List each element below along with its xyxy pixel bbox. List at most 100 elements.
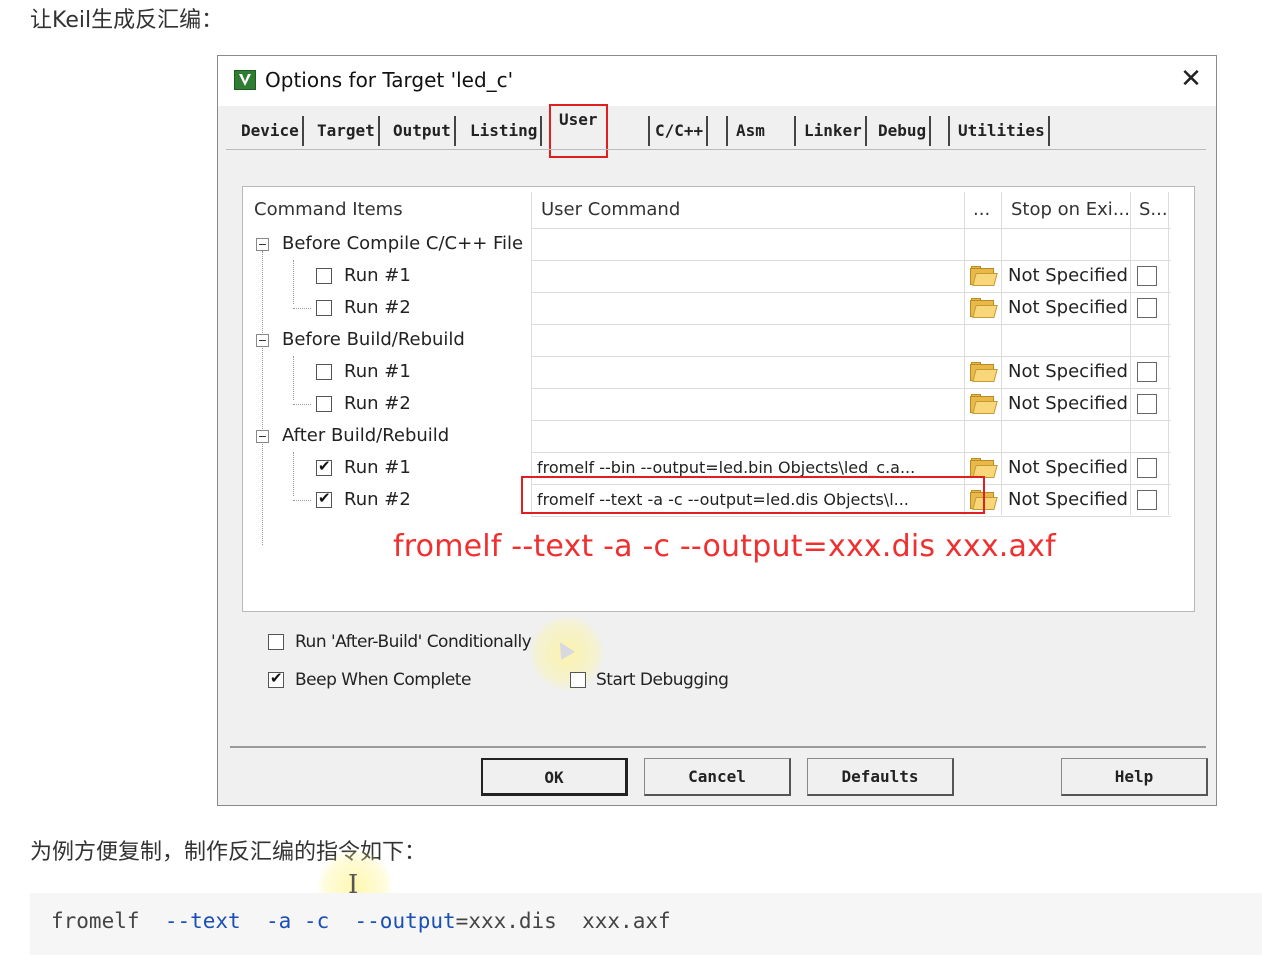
tree-line <box>293 404 311 405</box>
grid-divider <box>964 192 965 515</box>
button-separator <box>230 746 1206 748</box>
stop-on-exit-select[interactable]: Not Specified <box>1008 293 1128 323</box>
run-checkbox[interactable] <box>316 364 332 380</box>
user-command-grid: Command Items User Command ... Stop on E… <box>242 186 1195 612</box>
tab-target[interactable]: Target <box>314 116 380 146</box>
row-line <box>531 420 1171 421</box>
run-after-build-label: Run 'After-Build' Conditionally <box>295 632 532 652</box>
run-checkbox[interactable] <box>316 396 332 412</box>
code-option: --output <box>354 909 456 933</box>
start-debugging-checkbox[interactable] <box>570 672 586 688</box>
run-label: Run #2 <box>344 489 411 510</box>
code-option: -a <box>265 909 292 933</box>
header-stop-on-exit: Stop on Exi... <box>1011 199 1130 220</box>
header-s: S... <box>1139 199 1168 220</box>
tab-bar: Device Target Output Listing User C/C++ … <box>236 104 1196 158</box>
tab-divider <box>226 149 1206 150</box>
tab-listing[interactable]: Listing <box>467 116 543 146</box>
folder-open-icon[interactable] <box>970 298 998 318</box>
code-line: fromelf --text -a -c --output=xxx.dis xx… <box>51 909 671 933</box>
run-label: Run #1 <box>344 361 411 382</box>
s-checkbox[interactable] <box>1137 394 1157 414</box>
tree-line <box>293 500 311 501</box>
collapse-icon[interactable] <box>256 430 269 443</box>
s-checkbox[interactable] <box>1137 490 1157 510</box>
run-checkbox[interactable] <box>316 268 332 284</box>
user-command-input[interactable] <box>537 261 959 291</box>
tree-line <box>293 260 294 304</box>
user-command-input[interactable] <box>537 389 959 419</box>
tree-line <box>293 308 311 309</box>
grid-divider <box>1130 192 1131 515</box>
folder-open-icon[interactable] <box>970 458 998 478</box>
tree-line <box>293 452 294 496</box>
code-option: -c <box>303 909 330 933</box>
group-after-build: After Build/Rebuild <box>282 425 450 446</box>
tree-line <box>262 251 263 545</box>
beep-checkbox[interactable] <box>268 669 284 688</box>
s-checkbox[interactable] <box>1137 362 1157 382</box>
header-browse: ... <box>973 199 991 220</box>
header-user-command: User Command <box>541 199 681 220</box>
beep-label: Beep When Complete <box>295 670 471 690</box>
grid-divider <box>1168 192 1169 515</box>
stop-on-exit-select[interactable]: Not Specified <box>1008 357 1128 387</box>
folder-open-icon[interactable] <box>970 266 998 286</box>
run-label: Run #2 <box>344 297 411 318</box>
run-checkbox[interactable] <box>316 457 332 476</box>
run-label: Run #2 <box>344 393 411 414</box>
tab-asm[interactable]: Asm <box>726 116 799 146</box>
tab-linker[interactable]: Linker <box>794 116 867 146</box>
stop-on-exit-select[interactable]: Not Specified <box>1008 261 1128 291</box>
s-checkbox[interactable] <box>1137 298 1157 318</box>
user-command-input[interactable] <box>537 357 959 387</box>
collapse-icon[interactable] <box>256 238 269 251</box>
row-line <box>531 324 1171 325</box>
code-input-file: xxx.axf <box>582 909 671 933</box>
s-checkbox[interactable] <box>1137 458 1157 478</box>
run-label: Run #1 <box>344 457 411 478</box>
folder-open-icon[interactable] <box>970 362 998 382</box>
code-block: fromelf --text -a -c --output=xxx.dis xx… <box>30 893 1262 955</box>
run-after-build-checkbox[interactable] <box>268 634 284 650</box>
run-checkbox[interactable] <box>316 489 332 508</box>
tree-line <box>293 356 294 400</box>
run-label: Run #1 <box>344 265 411 286</box>
stop-on-exit-select[interactable]: Not Specified <box>1008 389 1128 419</box>
dialog-title: Options for Target 'led_c' <box>265 68 514 92</box>
close-icon[interactable]: ✕ <box>1176 64 1206 94</box>
start-debugging-label: Start Debugging <box>596 670 729 690</box>
keil-app-icon <box>234 70 256 90</box>
group-before-compile: Before Compile C/C++ File <box>282 233 524 254</box>
stop-on-exit-select[interactable]: Not Specified <box>1008 453 1128 483</box>
row-line <box>531 516 1171 517</box>
folder-open-icon[interactable] <box>970 394 998 414</box>
grid-divider <box>531 192 532 515</box>
tab-c-cpp[interactable]: C/C++ <box>648 116 709 146</box>
tab-debug[interactable]: Debug <box>875 116 932 146</box>
row-line <box>531 228 1171 229</box>
header-command-items: Command Items <box>254 199 403 220</box>
user-command-input[interactable] <box>537 293 959 323</box>
cancel-button[interactable]: Cancel <box>644 758 791 796</box>
tab-utilities[interactable]: Utilities <box>948 116 1050 146</box>
group-before-build: Before Build/Rebuild <box>282 329 465 350</box>
tab-output[interactable]: Output <box>390 116 456 146</box>
run-checkbox[interactable] <box>316 300 332 316</box>
code-option: --text <box>164 909 241 933</box>
grid-divider <box>1001 192 1002 515</box>
code-command: fromelf <box>51 909 140 933</box>
article-heading: 让Keil生成反汇编： <box>30 8 224 33</box>
collapse-icon[interactable] <box>256 334 269 347</box>
highlight-box <box>521 476 985 514</box>
code-value: =xxx.dis <box>455 909 557 933</box>
stop-on-exit-select[interactable]: Not Specified <box>1008 485 1128 515</box>
annotation-command: fromelf --text -a -c --output=xxx.dis xx… <box>393 529 1056 564</box>
tab-device[interactable]: Device <box>238 116 304 146</box>
options-dialog: Options for Target 'led_c' ✕ Device Targ… <box>217 55 1217 806</box>
help-button[interactable]: Help <box>1061 758 1208 796</box>
defaults-button[interactable]: Defaults <box>807 758 954 796</box>
s-checkbox[interactable] <box>1137 266 1157 286</box>
dialog-titlebar: Options for Target 'led_c' ✕ <box>218 56 1216 106</box>
ok-button[interactable]: OK <box>481 758 628 796</box>
